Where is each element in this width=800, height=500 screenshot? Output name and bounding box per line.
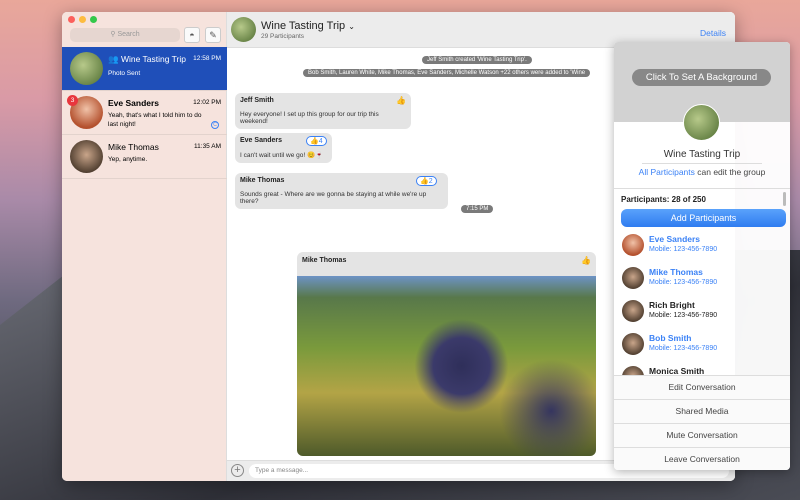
conversation-name: Wine Tasting Trip (120, 54, 186, 64)
conversation-item[interactable]: 3 Eve Sanders 12:02 PM Yeah, that's what… (62, 91, 227, 135)
details-panel: Click To Set A Background Wine Tasting T… (614, 42, 790, 470)
like-icon[interactable]: 👍 (581, 256, 591, 265)
conversation-preview: Yeah, that's what I told him to do last … (108, 112, 202, 128)
unread-badge: 3 (67, 95, 78, 106)
set-background-button[interactable]: Click To Set A Background (632, 69, 771, 86)
message-bubble: Jeff Smith Hey everyone! I set up this g… (235, 93, 411, 129)
avatar (622, 333, 644, 355)
message-sender: Mike Thomas (240, 177, 285, 184)
system-message: Jeff Smith created 'Wine Tasting Trip'. (422, 56, 532, 64)
add-participants-button[interactable]: Add Participants (621, 209, 786, 227)
message-bubble: Mike Thomas Sounds great - Where are we … (235, 173, 448, 209)
participant-item[interactable]: Eve Sanders Mobile: 123-456-7890 (622, 232, 782, 262)
add-attachment-icon[interactable]: + (231, 464, 244, 477)
details-button[interactable]: Details (700, 28, 726, 38)
conversation-name: Eve Sanders (108, 98, 160, 108)
leave-conversation-button[interactable]: Leave Conversation (614, 447, 790, 470)
group-avatar (231, 17, 256, 42)
group-name[interactable]: Wine Tasting Trip (614, 149, 790, 160)
conversation-preview: Photo Sent (108, 70, 141, 77)
permission-link[interactable]: All Participants (639, 167, 695, 177)
group-avatar (683, 104, 720, 141)
conversation-preview: Yep, anytime. (108, 156, 148, 163)
edit-permission: All Participants can edit the group (638, 167, 766, 177)
participant-item[interactable]: Mike Thomas Mobile: 123-456-7890 (622, 265, 782, 295)
minimize-button[interactable] (79, 16, 86, 23)
conversation-item[interactable]: Mike Thomas 11:35 AM Yep, anytime. (62, 135, 227, 179)
participant-item[interactable]: Rich Bright Mobile: 123-456-7890 (622, 298, 782, 328)
message-text: I can't wait until we go! 😊🍷 (240, 152, 324, 159)
avatar (622, 300, 644, 322)
read-status-icon: C (211, 121, 219, 129)
shared-media-button[interactable]: Shared Media (614, 399, 790, 423)
system-message: Bob Smith, Lauren White, Mike Thomas, Ev… (303, 69, 591, 77)
chevron-down-icon: ⌄ (348, 22, 355, 31)
window-controls (68, 16, 97, 23)
participant-count: 29 Participants (261, 33, 304, 40)
chat-title[interactable]: Wine Tasting Trip ⌄ (261, 20, 355, 32)
avatar (70, 52, 103, 85)
like-icon[interactable]: 👍 (396, 96, 406, 105)
conversation-time: 12:02 PM (193, 99, 221, 106)
grape-vineyard-photo[interactable] (297, 276, 596, 456)
background-button[interactable]: ◓ (184, 27, 200, 43)
participant-item[interactable]: Bob Smith Mobile: 123-456-7890 (622, 331, 782, 361)
scrollbar[interactable] (783, 192, 786, 206)
search-input[interactable]: ⚲ Search (70, 28, 180, 42)
reaction-badge[interactable]: 👍4 (306, 136, 327, 146)
edit-conversation-button[interactable]: Edit Conversation (614, 375, 790, 399)
reaction-badge[interactable]: 👍2 (416, 176, 437, 186)
message-text: Hey everyone! I set up this group for ou… (240, 111, 379, 125)
sidebar: ⚲ Search ◓ ✎ 👥 Wine Tasting Trip 12:58 P… (62, 12, 227, 481)
compose-icon: ✎ (209, 30, 217, 40)
avatar (70, 140, 103, 173)
conversation-item[interactable]: 👥 Wine Tasting Trip 12:58 PM Photo Sent (62, 47, 227, 91)
group-icon: 👥 (108, 54, 121, 64)
message-sender: Jeff Smith (240, 97, 274, 104)
message-sender: Mike Thomas (302, 257, 347, 264)
conversation-name: Mike Thomas (108, 142, 159, 152)
compose-button[interactable]: ✎ (205, 27, 221, 43)
close-button[interactable] (68, 16, 75, 23)
conversation-time: 12:58 PM (193, 55, 221, 62)
avatar (622, 234, 644, 256)
photo-message[interactable]: Mike Thomas 👍 (297, 252, 596, 456)
timestamp: 7:15 PM (461, 205, 494, 213)
mute-conversation-button[interactable]: Mute Conversation (614, 423, 790, 447)
avatar (622, 267, 644, 289)
participants-count: Participants: 28 of 250 (621, 195, 706, 204)
message-bubble: Eve Sanders I can't wait until we go! 😊🍷… (235, 133, 332, 163)
landscape-icon: ◓ (189, 30, 195, 40)
message-text: Sounds great - Where are we gonna be sta… (240, 191, 427, 205)
zoom-button[interactable] (90, 16, 97, 23)
conversation-time: 11:35 AM (194, 143, 221, 150)
